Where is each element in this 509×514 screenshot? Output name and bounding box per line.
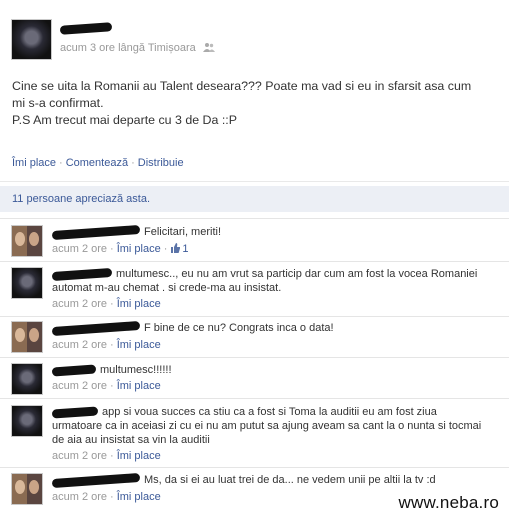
comment-text-line: urmatoare ca in aceiasi zi cu ei nu am p… [52,420,482,432]
commenter-avatar[interactable] [11,267,43,299]
comment-divider [0,218,509,219]
comment-like-button[interactable]: Îmi place [117,298,161,310]
watermark: www.neba.ro [398,493,499,512]
comment-meta: acum 2 ore · Îmi place [52,450,161,462]
comment-text: Felicitari, meriti! [51,224,497,240]
separator: · [131,157,135,169]
redaction-scribble [51,320,141,336]
divider [0,181,509,182]
comment-like-button[interactable]: Îmi place [117,339,161,351]
comment-like-button[interactable]: Îmi place [117,243,161,255]
comment-button[interactable]: Comentează [66,157,128,169]
comment-time[interactable]: acum 2 ore [52,339,107,351]
redaction-scribble [59,21,113,35]
comment-text-line: automat m-au chemat . si crede-ma au ins… [52,282,282,294]
redaction-scribble [51,267,113,281]
comment-text-line: app si voua succes ca stiu ca a fost si … [102,406,437,418]
comment-divider [0,398,509,399]
commenter-avatar[interactable] [11,225,43,257]
comment-like-button[interactable]: Îmi place [117,491,161,503]
commenter-avatar[interactable] [11,473,43,505]
comment-meta: acum 2 ore · Îmi place · 1 [52,243,189,255]
redaction-scribble [51,364,97,377]
separator: · [59,157,63,169]
author-avatar[interactable] [11,19,52,60]
comment-text: F bine de ce nu? Congrats inca o data! [51,320,497,336]
redaction-scribble [51,406,99,419]
comment-text: Ms, da si ei au luat trei de da... ne ve… [51,472,497,488]
comment-time[interactable]: acum 2 ore [52,450,107,462]
comment-text-line: F bine de ce nu? Congrats inca o data! [144,322,334,334]
comment-divider [0,357,509,358]
comment-time[interactable]: acum 2 ore [52,491,107,503]
comment-divider [0,467,509,468]
author-name-redacted[interactable] [59,21,113,35]
facebook-post: acum 3 ore lângă Timișoara Cine se uita … [0,0,509,514]
thumbs-up-icon [171,243,181,253]
share-button[interactable]: Distribuie [138,157,184,169]
comment-meta: acum 2 ore · Îmi place [52,380,161,392]
comment-divider [0,261,509,262]
comment-text-line: Ms, da si ei au luat trei de da... ne ve… [144,474,436,486]
comment-text-line: Felicitari, meriti! [144,226,222,238]
comment-like-button[interactable]: Îmi place [117,450,161,462]
comment-like-count[interactable]: 1 [182,243,188,255]
friends-icon [202,43,215,52]
comment-meta: acum 2 ore · Îmi place [52,298,161,310]
post-text-line: P.S Am trecut mai departe cu 3 de Da ::P [12,113,237,127]
post-text-line: mi s-a confirmat. [12,96,104,110]
redaction-scribble [51,224,141,240]
comment-text: multumesc.., eu nu am vrut sa particip d… [51,267,497,295]
comment-meta: acum 2 ore · Îmi place [52,491,161,503]
post-time[interactable]: acum 3 ore lângă Timișoara [60,42,196,54]
comment-divider [0,316,509,317]
commenter-avatar[interactable] [11,363,43,395]
post-actions: Îmi place · Comentează · Distribuie [12,157,184,169]
comment-time[interactable]: acum 2 ore [52,380,107,392]
post-text-line: Cine se uita la Romanii au Talent desear… [12,79,472,93]
comment-text: multumesc!!!!!! [51,363,497,377]
post-meta: acum 3 ore lângă Timișoara [60,42,215,54]
comment-time[interactable]: acum 2 ore [52,298,107,310]
like-button[interactable]: Îmi place [12,157,56,169]
comment-text-line: de aia au insistat sa vin la auditii [52,434,210,446]
commenter-avatar[interactable] [11,321,43,353]
commenter-avatar[interactable] [11,405,43,437]
redaction-scribble [51,472,141,488]
likes-summary-link[interactable]: 11 persoane apreciază asta. [12,193,150,205]
comment-text: app si voua succes ca stiu ca a fost si … [51,405,497,447]
comment-meta: acum 2 ore · Îmi place [52,339,161,351]
comment-text-line: multumesc!!!!!! [100,364,172,376]
comment-text-line: multumesc.., eu nu am vrut sa particip d… [116,268,478,280]
comment-like-button[interactable]: Îmi place [117,380,161,392]
post-text: Cine se uita la Romanii au Talent desear… [12,78,492,129]
comment-time[interactable]: acum 2 ore [52,243,107,255]
